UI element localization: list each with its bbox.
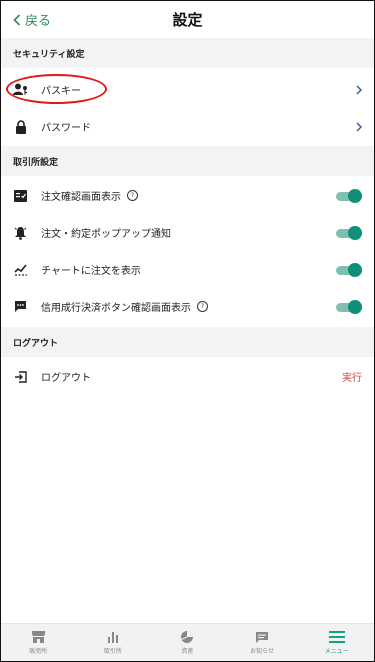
- row-margin-settle-confirm: 信用成行決済ボタン確認画面表示 ?: [1, 288, 374, 325]
- back-button[interactable]: 戻る: [13, 10, 51, 29]
- nav-item-assets[interactable]: 資産: [150, 624, 225, 661]
- back-label: 戻る: [25, 14, 52, 29]
- nav-item-menu[interactable]: メニュー: [299, 624, 374, 661]
- row-password-label: パスワード: [41, 123, 91, 134]
- toggle-knob: [348, 225, 362, 240]
- row-chart-orders-label: チャートに注文を表示: [41, 266, 141, 277]
- row-logout-label: ログアウト: [41, 373, 91, 384]
- toggle-knob: [348, 262, 362, 277]
- help-icon[interactable]: ?: [127, 190, 138, 201]
- logout-icon: [13, 369, 28, 384]
- nav-label-news: お知らせ: [250, 648, 275, 655]
- nav-item-store[interactable]: 販売所: [1, 624, 76, 661]
- help-icon[interactable]: ?: [197, 301, 208, 312]
- nav-label-exchange: 取引所: [103, 648, 122, 655]
- row-order-confirm-label: 注文確認画面表示 ?: [41, 188, 138, 203]
- margin-settle-text: 信用成行決済ボタン確認画面表示: [41, 303, 191, 314]
- nav-label-menu: メニュー: [324, 648, 349, 655]
- section-header-exchange: 取引所設定: [1, 146, 374, 176]
- message-icon: [13, 299, 28, 314]
- row-password[interactable]: パスワード: [1, 108, 374, 145]
- row-order-popup-label: 注文・約定ポップアップ通知: [41, 229, 171, 240]
- row-order-popup: 注文・約定ポップアップ通知: [1, 214, 374, 251]
- order-confirm-text: 注文確認画面表示: [41, 192, 121, 203]
- nav-item-exchange[interactable]: 取引所: [76, 624, 151, 661]
- toggle-knob: [348, 188, 362, 203]
- highlight-ellipse: [6, 74, 107, 104]
- lock-icon: [13, 119, 28, 134]
- header: 戻る 設定: [1, 1, 374, 38]
- toggle-chart-orders[interactable]: [336, 262, 362, 277]
- nav-label-assets: 資産: [181, 648, 194, 655]
- row-chart-orders: チャートに注文を表示: [1, 251, 374, 288]
- chevron-right-icon: [356, 122, 362, 131]
- section-header-logout: ログアウト: [1, 327, 374, 357]
- chevron-right-icon: [356, 85, 362, 94]
- order-confirm-icon: [13, 188, 28, 203]
- settings-screen: 戻る 設定 セキュリティ設定 パスキー パスワード 取引所設定 注文確認画面表示…: [0, 0, 375, 662]
- store-icon: [30, 630, 46, 644]
- page-title: 設定: [172, 11, 203, 29]
- message-icon: [254, 630, 270, 644]
- chevron-left-icon: [13, 13, 21, 26]
- nav-item-news[interactable]: お知らせ: [225, 624, 300, 661]
- nav-label-store: 販売所: [29, 648, 48, 655]
- menu-icon: [328, 630, 345, 644]
- row-order-confirm: 注文確認画面表示 ?: [1, 177, 374, 214]
- chart-pen-icon: [13, 262, 28, 277]
- section-header-security: セキュリティ設定: [1, 38, 374, 68]
- bottom-nav: 販売所 取引所 資産 お知らせ メニュー: [1, 623, 374, 661]
- toggle-knob: [348, 299, 362, 314]
- toggle-margin-settle-confirm[interactable]: [336, 299, 362, 314]
- logout-execute-button[interactable]: 実行: [342, 369, 362, 384]
- toggle-order-confirm[interactable]: [336, 188, 362, 203]
- row-margin-settle-label: 信用成行決済ボタン確認画面表示 ?: [41, 299, 208, 314]
- bell-icon: [13, 225, 28, 240]
- pie-chart-icon: [179, 630, 195, 644]
- toggle-order-popup[interactable]: [336, 225, 362, 240]
- bar-chart-icon: [105, 630, 121, 644]
- row-logout[interactable]: ログアウト 実行: [1, 358, 374, 395]
